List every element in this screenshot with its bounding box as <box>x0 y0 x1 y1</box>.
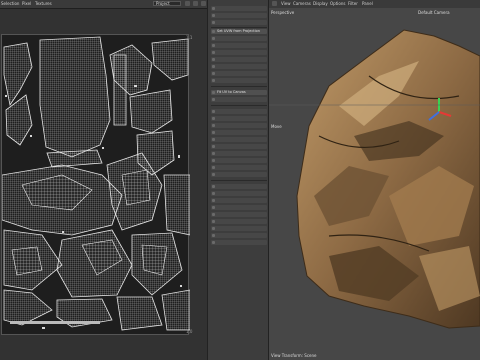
menu-pixel[interactable]: Pixel <box>22 1 31 6</box>
tool-icon <box>212 241 215 244</box>
camera-name: Default Camera <box>418 10 450 15</box>
tool-icon <box>212 199 215 202</box>
tool-icon <box>212 51 215 54</box>
tool-button-18[interactable] <box>211 151 267 156</box>
tool-icon <box>212 159 215 162</box>
tool-icon <box>212 192 215 195</box>
fit-icon <box>212 91 215 94</box>
tool-button-28[interactable] <box>211 226 267 231</box>
tool-icon <box>212 72 215 75</box>
menu-selection[interactable]: Selection <box>1 1 19 6</box>
status-view-transform: View Transform: Scene <box>271 353 317 358</box>
tool-icon <box>212 21 215 24</box>
tool-icon <box>212 79 215 82</box>
menu-filter[interactable]: Filter <box>348 1 358 6</box>
projection-icon <box>212 30 215 33</box>
fit-uv-to-canvas-button[interactable]: Fit UV to Canvas <box>211 90 267 95</box>
tool-button-9[interactable] <box>211 71 267 76</box>
tool-button-26[interactable] <box>211 212 267 217</box>
tool-button-3[interactable] <box>211 20 267 25</box>
tool-icon <box>212 220 215 223</box>
tool-icon <box>212 185 215 188</box>
tool-icon <box>212 131 215 134</box>
menu-panel[interactable]: Panel <box>362 1 373 6</box>
tool-button-29[interactable] <box>211 233 267 238</box>
set-uvw-label: Set UVW from Projection <box>217 29 260 33</box>
tool-icon <box>212 124 215 127</box>
tool-icon <box>212 58 215 61</box>
uv-scroll-bar[interactable] <box>10 321 100 324</box>
tool-button-22[interactable] <box>211 184 267 189</box>
tool-icon <box>212 145 215 148</box>
lock-icon[interactable] <box>185 1 190 6</box>
tool-button-15[interactable] <box>211 130 267 135</box>
tool-icon <box>212 234 215 237</box>
tool-icon <box>212 206 215 209</box>
project-dropdown-value: Project <box>156 1 170 6</box>
tool-button-13[interactable] <box>211 116 267 121</box>
tool-button-24[interactable] <box>211 198 267 203</box>
menu-options[interactable]: Options <box>330 1 345 6</box>
tool-button-23[interactable] <box>211 191 267 196</box>
viewport-icon <box>272 1 277 6</box>
tool-icon <box>212 14 215 17</box>
uv-corner-top: 1,1 <box>186 35 193 40</box>
divider <box>211 27 267 28</box>
tool-button-5[interactable] <box>211 43 267 48</box>
tool-button-6[interactable] <box>211 50 267 55</box>
tool-icon <box>212 227 215 230</box>
tool-button-10[interactable] <box>211 78 267 83</box>
tool-button-20[interactable] <box>211 165 267 170</box>
tool-button-16[interactable] <box>211 137 267 142</box>
tool-button-11[interactable] <box>211 97 267 102</box>
grid-icon[interactable] <box>193 1 198 6</box>
tool-icon <box>212 44 215 47</box>
tool-button-25[interactable] <box>211 205 267 210</box>
menu-textures[interactable]: Textures <box>35 1 52 6</box>
divider <box>211 86 267 87</box>
tool-icon <box>212 98 215 101</box>
project-dropdown[interactable]: Project <box>153 1 181 6</box>
tool-button-7[interactable] <box>211 57 267 62</box>
view-name: Perspective <box>271 10 295 15</box>
uv-editor: 1,1 1,0 <box>0 9 207 360</box>
tool-icon <box>212 7 215 10</box>
tool-button-30[interactable] <box>211 240 267 245</box>
tool-button-27[interactable] <box>211 219 267 224</box>
tool-icon <box>212 117 215 120</box>
tool-icon <box>212 213 215 216</box>
tool-icon <box>212 110 215 113</box>
tool-button-12[interactable] <box>211 109 267 114</box>
set-uvw-from-projection-button[interactable]: Set UVW from Projection <box>211 29 267 34</box>
tool-button-4[interactable] <box>211 36 267 41</box>
tool-button-17[interactable] <box>211 144 267 149</box>
tool-button-2[interactable] <box>211 13 267 18</box>
tool-icon <box>212 138 215 141</box>
rock-model <box>269 29 480 329</box>
menu-display[interactable]: Display <box>313 1 328 6</box>
tool-button-21[interactable] <box>211 172 267 177</box>
tool-button-1[interactable] <box>211 6 267 11</box>
fit-uv-label: Fit UV to Canvas <box>217 90 246 94</box>
tool-icon <box>212 152 215 155</box>
tool-icon <box>212 65 215 68</box>
uv-tools-sidebar: Set UVW from Projection Fit UV to Canvas <box>207 0 269 360</box>
tool-icon <box>212 37 215 40</box>
tool-button-8[interactable] <box>211 64 267 69</box>
3d-viewport[interactable]: Perspective Default Camera Move View Tra… <box>269 8 480 360</box>
divider <box>211 105 267 106</box>
tool-button-19[interactable] <box>211 158 267 163</box>
divider <box>211 180 267 181</box>
menu-view[interactable]: View <box>281 1 291 6</box>
uv-corner-bottom: 1,0 <box>186 329 193 334</box>
uv-canvas[interactable] <box>1 34 191 335</box>
tool-icon <box>212 173 215 176</box>
menu-cameras[interactable]: Cameras <box>293 1 311 6</box>
tool-icon <box>212 166 215 169</box>
settings-icon[interactable] <box>201 1 206 6</box>
tool-button-14[interactable] <box>211 123 267 128</box>
uv-islands <box>1 36 191 331</box>
